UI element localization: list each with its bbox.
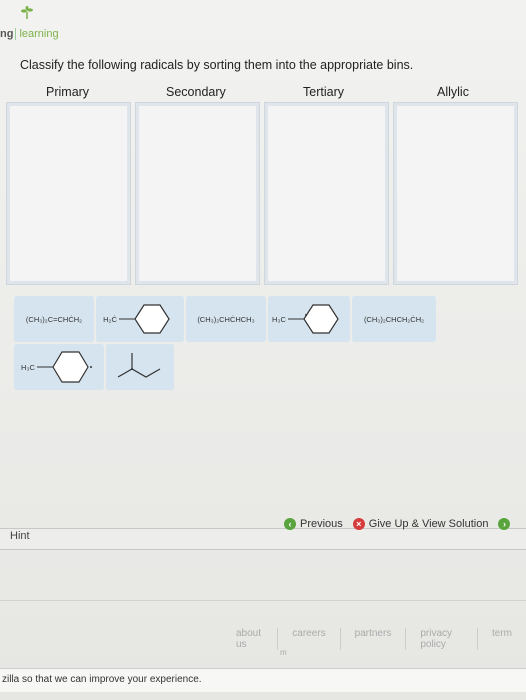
leaf-icon	[21, 6, 33, 19]
bin-label-primary: Primary	[46, 85, 90, 99]
cyclohexane-ring-icon	[36, 351, 92, 383]
footer-link-partners[interactable]: partners	[341, 628, 407, 650]
skeletal-structure-icon	[117, 353, 161, 378]
radical-tile-allylic-chain[interactable]: (CH₃)₂C=CHĊH₂	[14, 296, 94, 342]
bin-allylic[interactable]	[393, 102, 518, 285]
tile-formula: H₃C	[272, 314, 286, 324]
bin-label-secondary: Secondary	[166, 85, 226, 99]
give-up-button[interactable]: Give Up & View Solution	[369, 518, 489, 530]
hint-label: Hint	[10, 530, 30, 542]
bin-primary[interactable]	[6, 102, 131, 285]
previous-arrow-icon[interactable]: ‹	[284, 518, 296, 530]
radical-tile-skeletal[interactable]	[106, 344, 174, 390]
continue-icon[interactable]: ›	[498, 518, 511, 530]
mastering-logo: ng learning	[0, 6, 59, 40]
cyclohexane-ring-icon	[118, 304, 170, 334]
footer-link-privacy[interactable]: privacy policy	[406, 628, 478, 650]
radical-tile-methylcyclohexyl[interactable]: H₃C	[268, 296, 350, 342]
hint-toggle[interactable]: Hint	[10, 530, 30, 542]
bin-label-tertiary: Tertiary	[303, 85, 344, 99]
hint-bar	[0, 528, 526, 550]
radical-tile-cyclohexylmethyl[interactable]: H₂Ċ	[96, 296, 184, 342]
previous-button[interactable]: Previous	[300, 518, 343, 530]
bin-secondary[interactable]	[135, 102, 260, 285]
bin-label-allylic: Allylic	[437, 85, 469, 99]
footer-divider	[0, 600, 526, 601]
footer-link-about[interactable]: about us	[222, 628, 279, 650]
sorting-bins	[6, 102, 518, 285]
bin-tertiary[interactable]	[264, 102, 389, 285]
question-prompt: Classify the following radicals by sorti…	[20, 58, 414, 72]
tile-formula: (CH₃)₂C=CHĊH₂	[25, 314, 83, 324]
give-up-icon[interactable]: ×	[352, 518, 365, 530]
action-bar: ‹ Previous × Give Up & View Solution ›	[284, 518, 511, 530]
radical-tile-secondary-chain[interactable]: (CH₃)₂CHĊHCH₃	[186, 296, 266, 342]
tile-formula: (CH₃)₂CHĊHCH₃	[197, 314, 255, 324]
footer-link-terms[interactable]: term	[478, 628, 526, 650]
footer-links: about us careers partners privacy policy…	[222, 628, 526, 650]
radical-tile-primary-chain[interactable]: (CH₃)₂CHCH₂ĊH₂	[352, 296, 436, 342]
tile-formula: H₂Ċ	[103, 314, 117, 324]
tile-formula: (CH₃)₂CHCH₂ĊH₂	[363, 314, 425, 324]
page: ng learning Classify the following radic…	[0, 0, 526, 700]
footer-mark: m	[280, 648, 287, 657]
cyclohexane-ring-icon	[287, 304, 339, 334]
tile-formula: H₃C	[21, 362, 35, 372]
notification-text: zilla so that we can improve your experi…	[2, 674, 202, 685]
logo-prefix: ng	[0, 28, 14, 40]
radical-tile-methylcyclohexane[interactable]: H₃C	[14, 344, 104, 390]
logo-text: learning	[15, 28, 59, 40]
footer-link-careers[interactable]: careers	[278, 628, 341, 650]
